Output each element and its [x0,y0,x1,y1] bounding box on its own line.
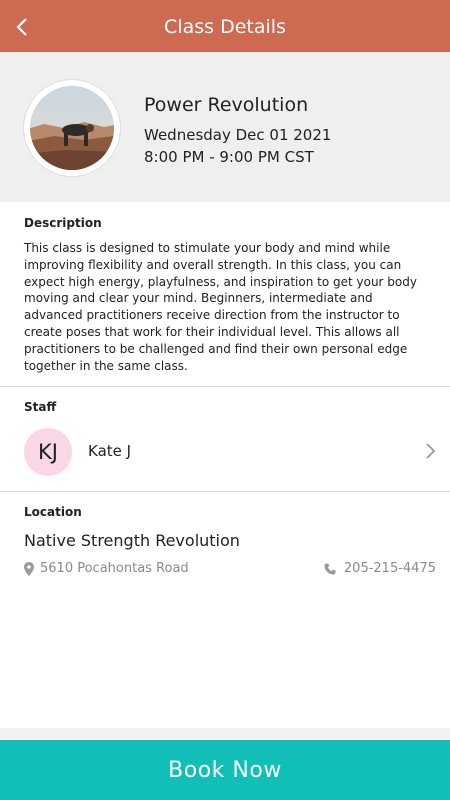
location-label: Location [24,505,82,519]
location-phone[interactable]: 205-215-4475 [324,561,436,576]
description-text: This class is designed to stimulate your… [24,241,417,373]
app-header: Class Details [0,4,450,52]
location-address[interactable]: 5610 Pocahontas Road [24,561,189,576]
book-now-button[interactable]: Book Now [0,740,450,800]
staff-avatar: KJ [24,428,72,476]
class-time: 8:00 PM - 9:00 PM CST [144,148,314,166]
staff-name: Kate J [88,442,132,460]
divider [0,386,450,387]
class-photo [24,80,120,176]
class-date: Wednesday Dec 01 2021 [144,126,332,144]
divider [0,491,450,492]
chevron-right-icon [426,443,436,459]
footer-spacer [0,728,450,740]
phone-text: 205-215-4475 [343,561,436,576]
description-label: Description [24,216,102,230]
staff-label: Staff [24,400,57,414]
location-name: Native Strength Revolution [24,531,240,550]
map-pin-icon [24,561,34,576]
address-text: 5610 Pocahontas Road [40,561,189,576]
phone-icon [324,563,336,574]
class-summary: Power Revolution Wednesday Dec 01 2021 8… [0,52,450,202]
class-name: Power Revolution [144,94,309,116]
page-title: Class Details [164,16,286,38]
staff-item[interactable]: KJ Kate J [0,422,450,482]
